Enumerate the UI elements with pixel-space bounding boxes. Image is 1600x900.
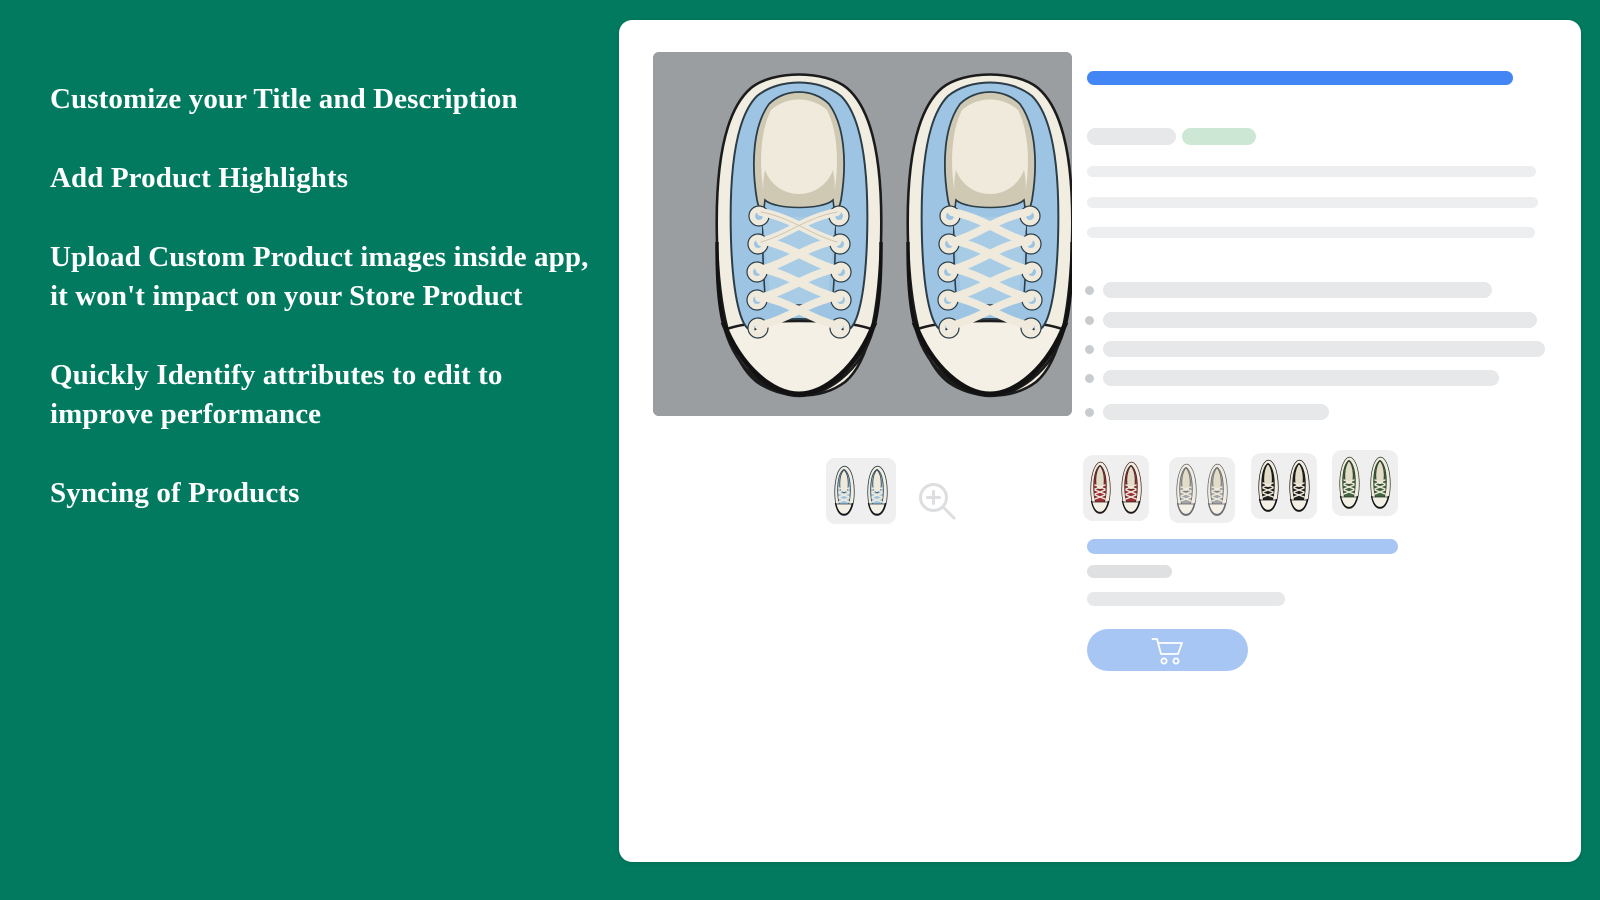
skeleton-meta-bar-medium: [1087, 592, 1285, 606]
feature-item-identify-attributes: Quickly Identify attributes to edit to i…: [50, 359, 503, 430]
product-detail-column: [1081, 20, 1581, 862]
add-to-cart-button[interactable]: [1087, 629, 1248, 671]
main-product-image[interactable]: [653, 52, 1072, 416]
shopping-cart-icon: [1151, 637, 1185, 665]
feature-item-upload-images: Upload Custom Product images inside app,…: [50, 241, 589, 312]
blue-sneakers-illustration: [653, 52, 1072, 416]
skeleton-pill-status: [1182, 128, 1256, 145]
skeleton-description-line: [1087, 166, 1536, 177]
skeleton-pill-vendor: [1087, 128, 1176, 145]
thumbnail-blue-sneakers[interactable]: [826, 458, 896, 524]
feature-item-syncing-products: Syncing of Products: [50, 477, 300, 509]
skeleton-highlight-row: [1103, 404, 1329, 420]
black-sneakers-icon: [1258, 459, 1310, 512]
blue-sneakers-thumb-icon: [834, 465, 888, 516]
feature-list-panel: Customize your Title and Description Add…: [0, 0, 620, 900]
red-sneakers-icon: [1090, 461, 1142, 514]
skeleton-highlight-row: [1103, 341, 1545, 357]
product-preview-card: [619, 20, 1581, 862]
green-sneakers-icon: [1339, 456, 1391, 509]
skeleton-highlight-row: [1103, 312, 1537, 328]
skeleton-highlight-row: [1103, 282, 1492, 298]
zoom-in-magnifier-icon[interactable]: [916, 480, 958, 522]
variant-swatch-red[interactable]: [1083, 455, 1149, 521]
feature-item-customize-title: Customize your Title and Description: [50, 83, 518, 115]
skeleton-bullet-dot: [1085, 408, 1094, 417]
skeleton-highlight-row: [1103, 370, 1499, 386]
variant-swatch-black[interactable]: [1251, 453, 1317, 519]
skeleton-bullet-dot: [1085, 286, 1094, 295]
variant-swatch-gray[interactable]: [1169, 457, 1235, 523]
variant-swatch-green[interactable]: [1332, 450, 1398, 516]
gallery-thumbnail-strip: [826, 458, 976, 528]
skeleton-title-bar: [1087, 71, 1513, 85]
gray-sneakers-icon: [1176, 463, 1228, 516]
skeleton-bullet-dot: [1085, 316, 1094, 325]
skeleton-description-line: [1087, 197, 1538, 208]
skeleton-description-line: [1087, 227, 1535, 238]
feature-item-product-highlights: Add Product Highlights: [50, 162, 349, 194]
skeleton-bullet-dot: [1085, 345, 1094, 354]
skeleton-bullet-dot: [1085, 374, 1094, 383]
skeleton-meta-bar-short: [1087, 565, 1172, 578]
skeleton-price-bar: [1087, 539, 1398, 554]
